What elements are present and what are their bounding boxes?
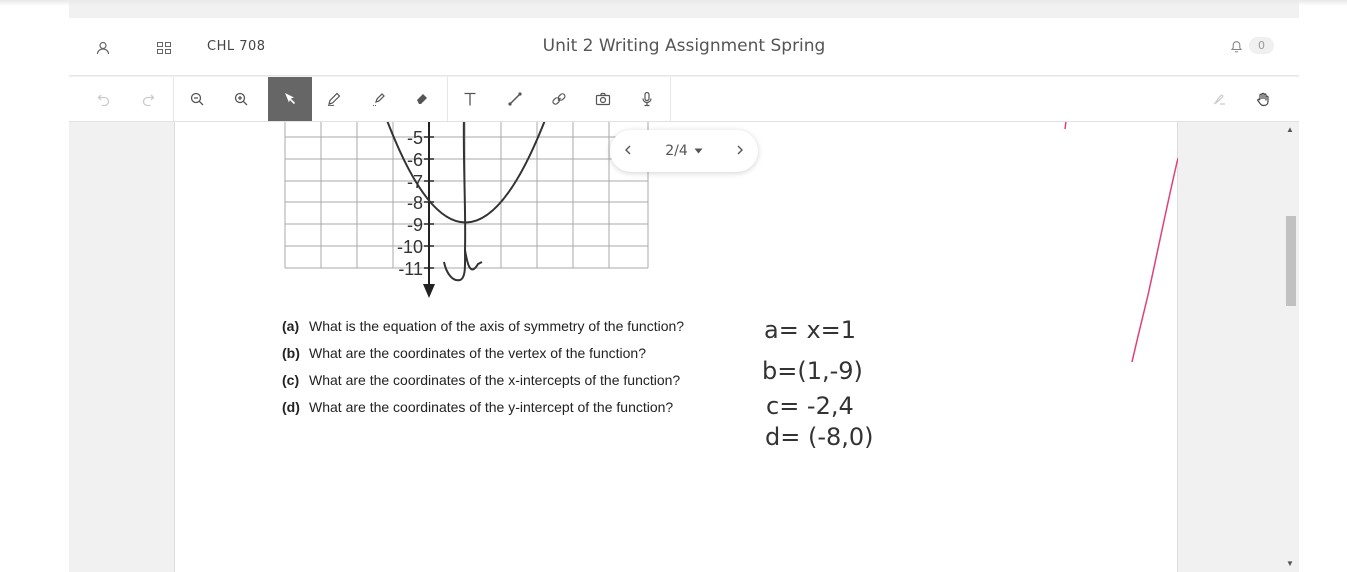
y-axis-arrow bbox=[423, 284, 435, 298]
y-tick-label: -8 bbox=[407, 193, 423, 213]
pink-ink-stroke bbox=[1064, 122, 1067, 130]
answer-c-text[interactable]: c= -2,4 bbox=[766, 392, 854, 420]
page-select[interactable]: 2/4 bbox=[665, 143, 703, 159]
question-c: (c) What are the coordinates of the x-int… bbox=[282, 372, 681, 388]
question-b: (b) What are the coordinates of the verte… bbox=[282, 345, 646, 361]
answer-b-text[interactable]: b=(1,-9) bbox=[762, 357, 863, 385]
question-d: (d) What are the coordinates of the y-int… bbox=[282, 399, 674, 415]
page-indicator: 2/4 bbox=[665, 143, 688, 159]
question-a: (a) What is the equation of the axis of s… bbox=[282, 318, 685, 334]
y-tick-label: -11 bbox=[398, 259, 423, 279]
y-tick-label: -10 bbox=[397, 237, 423, 257]
graph-grid bbox=[284, 122, 649, 269]
page-navigator: 2/4 bbox=[610, 130, 758, 172]
prev-page-chevron-icon[interactable] bbox=[624, 143, 632, 159]
y-tick-label: -5 bbox=[407, 128, 423, 148]
y-tick-label: -9 bbox=[407, 215, 423, 235]
answer-a-text[interactable]: a= x=1 bbox=[764, 316, 856, 344]
answer-d-text[interactable]: d= (-8,0) bbox=[765, 423, 874, 451]
pink-ink-stroke bbox=[1131, 157, 1178, 363]
caret-down-icon bbox=[694, 148, 703, 154]
y-tick-label: -6 bbox=[407, 150, 423, 170]
graph-figure: -5 -6 -7 -8 -9 -10 -11 bbox=[284, 122, 1178, 363]
next-page-chevron-icon[interactable] bbox=[736, 143, 744, 159]
handwritten-line-annotation bbox=[443, 122, 483, 282]
